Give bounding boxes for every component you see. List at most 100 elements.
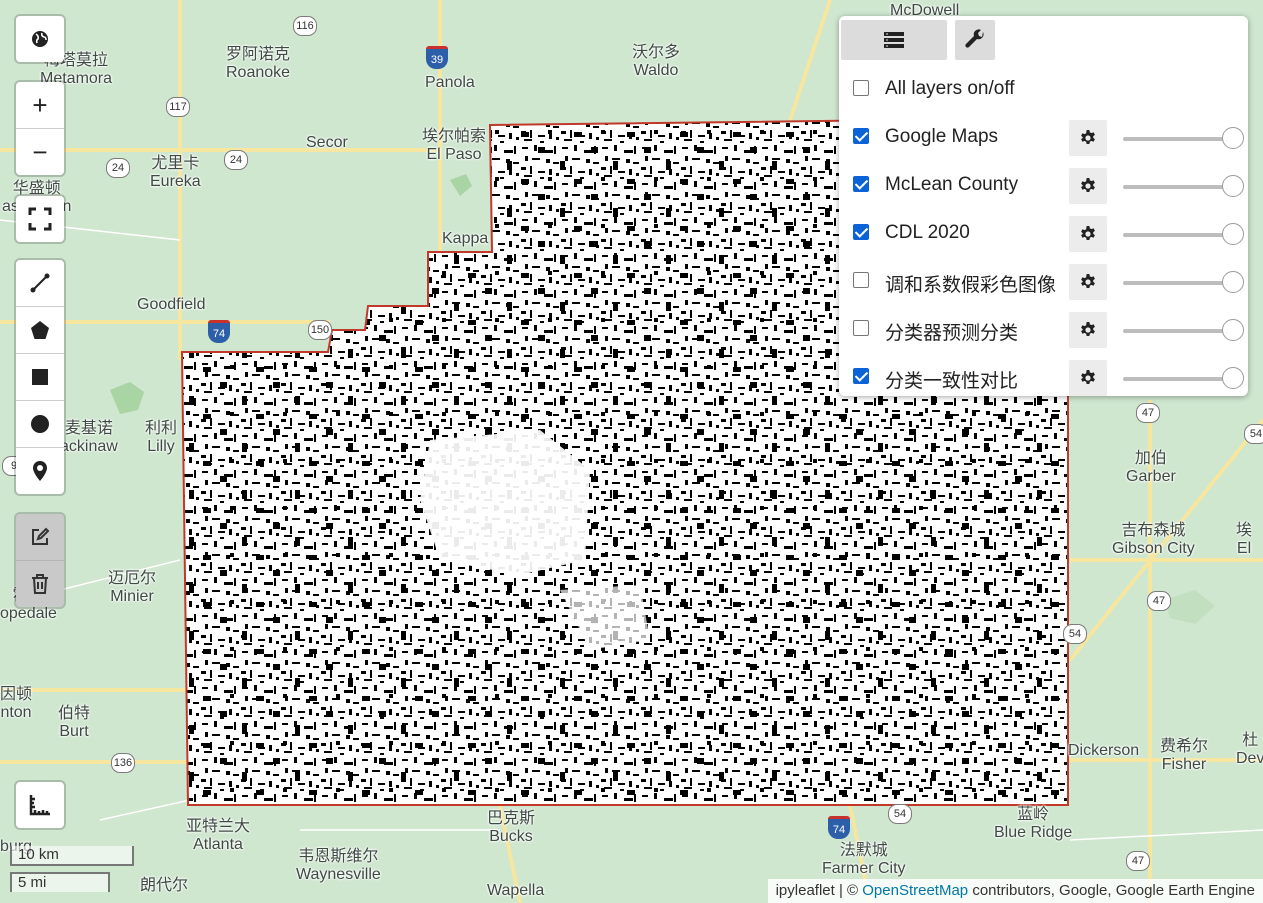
place-label: 杜 Dev xyxy=(1236,732,1263,767)
interstate-shield: 74 xyxy=(828,816,850,839)
gear-icon[interactable] xyxy=(1069,216,1107,252)
gear-icon[interactable] xyxy=(1069,168,1107,204)
layers-icon xyxy=(884,32,904,48)
zoom-in-button[interactable]: + xyxy=(16,82,64,129)
place-label: 法默城 Farmer City xyxy=(822,842,906,877)
place-label: 费希尔 Fisher xyxy=(1160,738,1209,773)
layer-control-panel: All layers on/off Google Maps McLean Coun… xyxy=(839,16,1248,396)
attribution-prefix: ipyleaflet | © xyxy=(775,882,863,899)
place-label: 吉布森城 Gibson City xyxy=(1112,522,1195,557)
place-label: 麦基诺 ackinaw xyxy=(60,420,118,455)
circle-icon[interactable] xyxy=(16,401,64,448)
scale-km: 10 km xyxy=(10,846,134,866)
place-label: Panola xyxy=(425,74,475,91)
route-shield: 24 xyxy=(106,158,130,178)
opacity-slider[interactable] xyxy=(1123,271,1244,293)
layer-checkbox[interactable] xyxy=(853,272,869,288)
slider-handle[interactable] xyxy=(1222,367,1244,389)
layer-row[interactable]: 分类一致性对比 xyxy=(853,360,1244,396)
place-label: Goodfield xyxy=(137,296,206,313)
edit-toolbar xyxy=(16,514,64,607)
scale-mi: 5 mi xyxy=(10,872,110,892)
layer-row[interactable]: McLean County xyxy=(853,168,1244,204)
layer-checkbox[interactable] xyxy=(853,368,869,384)
fullscreen-icon[interactable] xyxy=(16,196,64,242)
zoom-control: + − xyxy=(16,82,64,175)
opacity-slider[interactable] xyxy=(1123,175,1244,197)
place-label: 伯特 Burt xyxy=(58,705,91,740)
opacity-slider[interactable] xyxy=(1123,127,1244,149)
place-label: 因顿 nton xyxy=(0,686,33,721)
route-shield: 150 xyxy=(308,320,332,340)
slider-handle[interactable] xyxy=(1222,223,1244,245)
place-label: 沃尔多 Waldo xyxy=(632,44,681,79)
layer-name: 调和系数假彩色图像 xyxy=(885,275,1057,296)
settings-tab-button[interactable] xyxy=(955,20,995,60)
place-label: 埃 El xyxy=(1236,522,1253,557)
layer-checkbox[interactable] xyxy=(853,128,869,144)
route-shield: 136 xyxy=(111,753,135,773)
opacity-slider[interactable] xyxy=(1123,319,1244,341)
slider-handle[interactable] xyxy=(1222,127,1244,149)
edit-icon[interactable] xyxy=(16,514,64,561)
route-shield: 47 xyxy=(1147,591,1171,611)
layer-checkbox[interactable] xyxy=(853,176,869,192)
polyline-icon[interactable] xyxy=(16,260,64,307)
layers-tab-button[interactable] xyxy=(841,20,947,60)
gear-icon[interactable] xyxy=(1069,120,1107,156)
gear-icon[interactable] xyxy=(1069,360,1107,396)
fullscreen-control xyxy=(16,196,64,242)
place-label: Wapella xyxy=(487,882,545,899)
attribution-suffix: contributors, Google, Google Earth Engin… xyxy=(968,882,1255,899)
interstate-shield: 39 xyxy=(426,46,448,69)
draw-toolbar xyxy=(16,260,64,494)
zoom-out-button[interactable]: − xyxy=(16,129,64,175)
route-shield: 54 xyxy=(1063,624,1087,644)
place-label: 罗阿诺克 Roanoke xyxy=(226,46,291,81)
place-label: 蓝岭 Blue Ridge xyxy=(994,806,1073,841)
route-shield: 117 xyxy=(166,97,190,117)
slider-handle[interactable] xyxy=(1222,271,1244,293)
layer-row[interactable]: Google Maps xyxy=(853,120,1244,156)
place-label: 加伯 Garber xyxy=(1126,450,1176,485)
layer-checkbox[interactable] xyxy=(853,224,869,240)
measure-control xyxy=(16,782,64,828)
globe-icon[interactable] xyxy=(16,16,64,62)
osm-link[interactable]: OpenStreetMap xyxy=(862,882,968,899)
ruler-icon[interactable] xyxy=(16,782,64,828)
opacity-slider[interactable] xyxy=(1123,223,1244,245)
layer-name: 分类器预测分类 xyxy=(885,323,1019,344)
layer-checkbox[interactable] xyxy=(853,320,869,336)
place-label: 亚特兰大 Atlanta xyxy=(186,818,251,853)
place-label: Kappa xyxy=(442,230,489,247)
layer-row[interactable]: CDL 2020 xyxy=(853,216,1244,252)
wrench-icon xyxy=(965,29,984,48)
polygon-icon[interactable] xyxy=(16,307,64,354)
all-layers-toggle[interactable]: All layers on/off xyxy=(853,72,1243,106)
layer-row[interactable]: 调和系数假彩色图像 xyxy=(853,264,1244,300)
attribution: ipyleaflet | © OpenStreetMap contributor… xyxy=(767,879,1263,903)
place-label: 韦恩斯维尔 Waynesville xyxy=(296,848,381,883)
gear-icon[interactable] xyxy=(1069,264,1107,300)
all-layers-checkbox[interactable] xyxy=(853,80,869,96)
route-shield: 47 xyxy=(1126,851,1150,871)
route-shield: 47 xyxy=(1136,403,1160,423)
place-label: 埃尔帕索 El Paso xyxy=(422,128,487,163)
trash-icon[interactable] xyxy=(16,561,64,607)
slider-handle[interactable] xyxy=(1222,319,1244,341)
basemap-control[interactable] xyxy=(16,16,64,62)
all-layers-label: All layers on/off xyxy=(885,78,1015,99)
place-label: 利利 Lilly xyxy=(145,420,178,455)
layer-name: McLean County xyxy=(885,174,1019,195)
place-label: 迈厄尔 Minier xyxy=(108,570,157,605)
slider-handle[interactable] xyxy=(1222,175,1244,197)
layer-name: 分类一致性对比 xyxy=(885,371,1019,392)
opacity-slider[interactable] xyxy=(1123,367,1244,389)
place-label: 朗代尔 xyxy=(140,877,189,894)
place-label: Secor xyxy=(306,134,348,151)
marker-icon[interactable] xyxy=(16,448,64,494)
gear-icon[interactable] xyxy=(1069,312,1107,348)
layer-row[interactable]: 分类器预测分类 xyxy=(853,312,1244,348)
rectangle-icon[interactable] xyxy=(16,354,64,401)
place-label: Dickerson xyxy=(1068,742,1140,759)
